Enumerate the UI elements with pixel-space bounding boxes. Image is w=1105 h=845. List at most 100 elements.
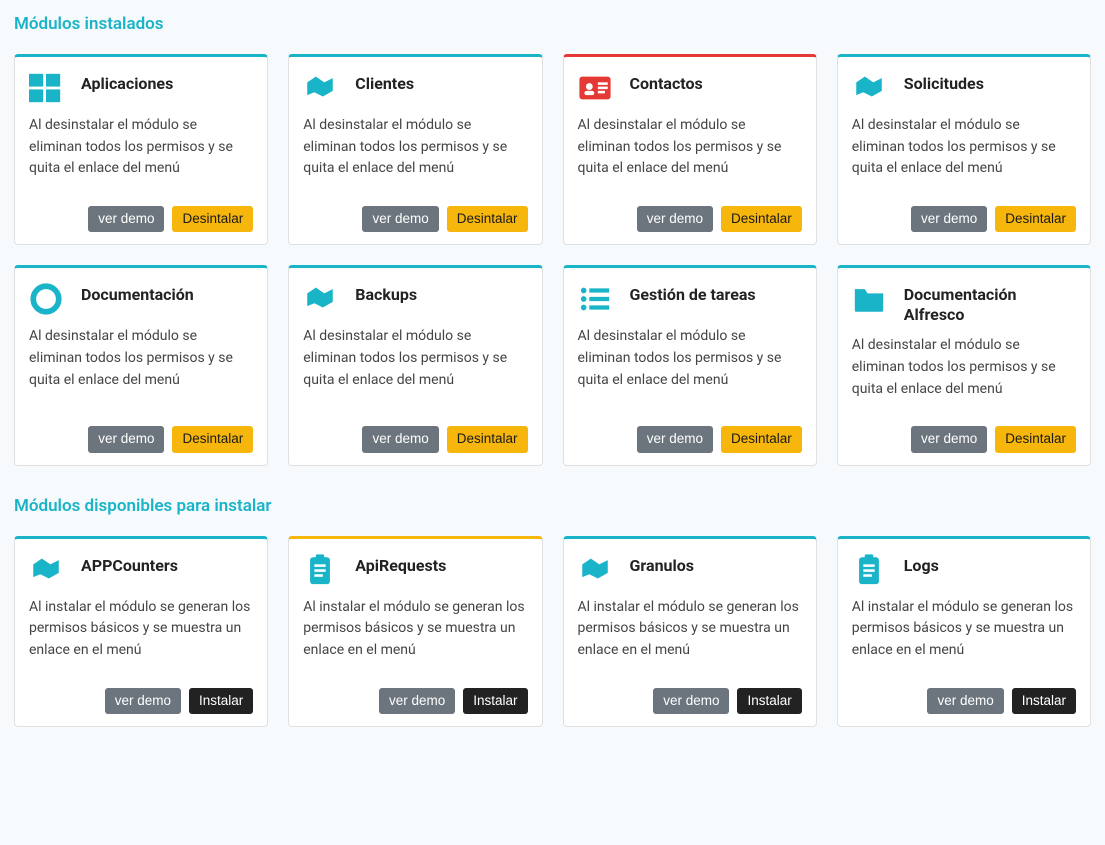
card-header: Contactos [578, 71, 802, 105]
module-description: Al desinstalar el módulo se eliminan tod… [29, 326, 253, 400]
module-title: Documentación [81, 282, 194, 305]
module-description: Al instalar el módulo se generan los per… [29, 597, 253, 662]
card-header: Documentación Alfresco [852, 282, 1076, 325]
card-actions: ver demo Desintalar [29, 206, 253, 232]
clipboard-icon [852, 553, 886, 587]
uninstall-button[interactable]: Desintalar [721, 206, 802, 232]
card-header: Documentación [29, 282, 253, 316]
circle-icon [29, 282, 63, 316]
card-header: Aplicaciones [29, 71, 253, 105]
module-description: Al desinstalar el módulo se eliminan tod… [303, 326, 527, 400]
module-description: Al desinstalar el módulo se eliminan tod… [29, 115, 253, 180]
windows-icon [29, 71, 63, 105]
module-title: Solicitudes [904, 71, 984, 94]
module-title: Documentación Alfresco [904, 282, 1076, 325]
uninstall-button[interactable]: Desintalar [447, 206, 528, 232]
card-header: Gestión de tareas [578, 282, 802, 316]
card-actions: ver demo Desintalar [852, 206, 1076, 232]
uninstall-button[interactable]: Desintalar [995, 206, 1076, 232]
id-card-icon [578, 71, 612, 105]
module-title: Contactos [630, 71, 703, 94]
install-button[interactable]: Instalar [189, 688, 253, 714]
card-actions: ver demo Desintalar [852, 426, 1076, 452]
module-title: Clientes [355, 71, 414, 94]
module-description: Al desinstalar el módulo se eliminan tod… [852, 115, 1076, 180]
ver-demo-button[interactable]: ver demo [105, 688, 181, 714]
card-actions: ver demo Instalar [303, 688, 527, 714]
card-header: Backups [303, 282, 527, 316]
module-title: Gestión de tareas [630, 282, 756, 305]
ver-demo-button[interactable]: ver demo [637, 206, 713, 232]
install-button[interactable]: Instalar [737, 688, 801, 714]
available-grid: APPCounters Al instalar el módulo se gene… [14, 536, 1091, 727]
card-header: Logs [852, 553, 1076, 587]
uninstall-button[interactable]: Desintalar [721, 426, 802, 452]
handshake-icon [303, 282, 337, 316]
card-header: APPCounters [29, 553, 253, 587]
uninstall-button[interactable]: Desintalar [995, 426, 1076, 452]
card-header: Granulos [578, 553, 802, 587]
handshake-icon [303, 71, 337, 105]
card-actions: ver demo Desintalar [303, 206, 527, 232]
card-actions: ver demo Desintalar [303, 426, 527, 452]
module-title: Backups [355, 282, 417, 305]
module-title: Granulos [630, 553, 694, 576]
module-description: Al instalar el módulo se generan los per… [852, 597, 1076, 662]
module-card: Documentación Al desinstalar el módulo se… [14, 265, 268, 465]
card-header: ApiRequests [303, 553, 527, 587]
uninstall-button[interactable]: Desintalar [172, 206, 253, 232]
module-title: ApiRequests [355, 553, 446, 576]
card-actions: ver demo Desintalar [29, 426, 253, 452]
clipboard-icon [303, 553, 337, 587]
module-title: APPCounters [81, 553, 178, 576]
module-card: Granulos Al instalar el módulo se generan… [563, 536, 817, 727]
module-card: Backups Al desinstalar el módulo se elimi… [288, 265, 542, 465]
module-description: Al desinstalar el módulo se eliminan tod… [852, 335, 1076, 400]
ver-demo-button[interactable]: ver demo [88, 206, 164, 232]
module-card: Gestión de tareas Al desinstalar el módul… [563, 265, 817, 465]
install-button[interactable]: Instalar [1012, 688, 1076, 714]
card-header: Solicitudes [852, 71, 1076, 105]
installed-grid: Aplicaciones Al desinstalar el módulo se … [14, 54, 1091, 466]
install-button[interactable]: Instalar [463, 688, 527, 714]
card-header: Clientes [303, 71, 527, 105]
card-actions: ver demo Desintalar [578, 426, 802, 452]
uninstall-button[interactable]: Desintalar [447, 426, 528, 452]
folder-icon [852, 282, 886, 316]
uninstall-button[interactable]: Desintalar [172, 426, 253, 452]
handshake-icon [578, 553, 612, 587]
module-description: Al desinstalar el módulo se eliminan tod… [578, 115, 802, 180]
section-available-title: Módulos disponibles para instalar [14, 496, 1091, 516]
ver-demo-button[interactable]: ver demo [637, 426, 713, 452]
ver-demo-button[interactable]: ver demo [911, 206, 987, 232]
ver-demo-button[interactable]: ver demo [927, 688, 1003, 714]
module-card: Contactos Al desinstalar el módulo se eli… [563, 54, 817, 245]
ver-demo-button[interactable]: ver demo [653, 688, 729, 714]
section-installed-title: Módulos instalados [14, 14, 1091, 34]
module-description: Al instalar el módulo se generan los per… [578, 597, 802, 662]
card-actions: ver demo Instalar [578, 688, 802, 714]
ver-demo-button[interactable]: ver demo [379, 688, 455, 714]
list-icon [578, 282, 612, 316]
ver-demo-button[interactable]: ver demo [362, 206, 438, 232]
module-card: Solicitudes Al desinstalar el módulo se e… [837, 54, 1091, 245]
module-card: Documentación Alfresco Al desinstalar el … [837, 265, 1091, 465]
module-title: Aplicaciones [81, 71, 173, 94]
card-actions: ver demo Instalar [852, 688, 1076, 714]
ver-demo-button[interactable]: ver demo [362, 426, 438, 452]
handshake-icon [29, 553, 63, 587]
ver-demo-button[interactable]: ver demo [911, 426, 987, 452]
module-description: Al desinstalar el módulo se eliminan tod… [578, 326, 802, 400]
module-card: Logs Al instalar el módulo se generan los… [837, 536, 1091, 727]
module-card: Clientes Al desinstalar el módulo se elim… [288, 54, 542, 245]
card-actions: ver demo Instalar [29, 688, 253, 714]
module-card: ApiRequests Al instalar el módulo se gene… [288, 536, 542, 727]
module-description: Al desinstalar el módulo se eliminan tod… [303, 115, 527, 180]
module-card: APPCounters Al instalar el módulo se gene… [14, 536, 268, 727]
ver-demo-button[interactable]: ver demo [88, 426, 164, 452]
card-actions: ver demo Desintalar [578, 206, 802, 232]
module-description: Al instalar el módulo se generan los per… [303, 597, 527, 662]
handshake-icon [852, 71, 886, 105]
module-card: Aplicaciones Al desinstalar el módulo se … [14, 54, 268, 245]
module-title: Logs [904, 553, 939, 576]
